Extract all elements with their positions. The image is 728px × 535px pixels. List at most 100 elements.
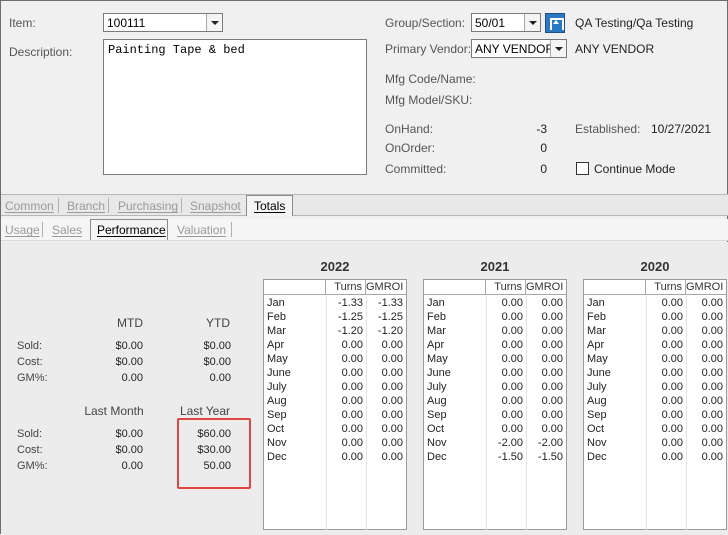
group-dropdown-arrow-icon[interactable] bbox=[524, 14, 540, 31]
table-row[interactable]: July 0.00 0.00 bbox=[424, 381, 566, 395]
gmroi-cell: -1.33 bbox=[377, 297, 403, 309]
month-cell: Oct bbox=[267, 423, 285, 435]
table-row[interactable]: Aug 0.00 0.00 bbox=[264, 395, 406, 409]
table-row[interactable]: Nov 0.00 0.00 bbox=[584, 437, 726, 451]
tab-totals[interactable]: Totals bbox=[254, 199, 285, 213]
group-section-combobox[interactable]: 50/01 bbox=[471, 13, 541, 32]
year-grid[interactable]: Turns GMROI Jan 0.00 0.00 Feb 0.00 0.00 Mar 0.00 0… bbox=[423, 279, 567, 530]
tab-valuation[interactable]: Valuation bbox=[177, 223, 226, 237]
description-textarea[interactable]: Painting Tape & bed bbox=[103, 39, 367, 175]
last-month-gm: 0.00 bbox=[121, 460, 143, 472]
group-name-text: QA Testing/Qa Testing bbox=[575, 16, 694, 30]
continue-mode-checkbox[interactable] bbox=[576, 162, 589, 175]
table-row[interactable]: Sep 0.00 0.00 bbox=[424, 409, 566, 423]
table-row[interactable]: Aug 0.00 0.00 bbox=[424, 395, 566, 409]
grid-header-row: Turns GMROI bbox=[584, 280, 726, 295]
tab-branch[interactable]: Branch bbox=[67, 199, 105, 213]
table-row[interactable]: Mar -1.20 -1.20 bbox=[264, 325, 406, 339]
table-row[interactable]: Aug 0.00 0.00 bbox=[584, 395, 726, 409]
gmroi-cell: 0.00 bbox=[381, 395, 403, 407]
tab-usage[interactable]: Usage bbox=[5, 223, 40, 237]
turns-cell: 0.00 bbox=[661, 409, 683, 421]
cost-label: Cost: bbox=[17, 356, 43, 368]
month-cell: Jan bbox=[587, 297, 605, 309]
grid-header-gmroi: GMROI bbox=[686, 281, 724, 293]
tab-purchasing[interactable]: Purchasing bbox=[118, 199, 178, 213]
table-row[interactable]: July 0.00 0.00 bbox=[584, 381, 726, 395]
gmroi-cell: 0.00 bbox=[541, 367, 563, 379]
gmroi-cell: 0.00 bbox=[541, 423, 563, 435]
gmroi-cell: 0.00 bbox=[381, 381, 403, 393]
turns-cell: 0.00 bbox=[661, 395, 683, 407]
table-row[interactable]: Apr 0.00 0.00 bbox=[424, 339, 566, 353]
month-cell: Jan bbox=[267, 297, 285, 309]
item-label: Item: bbox=[9, 16, 36, 30]
gmroi-cell: 0.00 bbox=[701, 297, 723, 309]
table-row[interactable]: May 0.00 0.00 bbox=[264, 353, 406, 367]
grid-header-row: Turns GMROI bbox=[424, 280, 566, 295]
table-row[interactable]: Nov -2.00 -2.00 bbox=[424, 437, 566, 451]
month-cell: July bbox=[427, 381, 447, 393]
table-row[interactable]: Sep 0.00 0.00 bbox=[264, 409, 406, 423]
table-row[interactable]: Dec 0.00 0.00 bbox=[584, 451, 726, 465]
gmroi-cell: 0.00 bbox=[381, 451, 403, 463]
table-row[interactable]: Oct 0.00 0.00 bbox=[264, 423, 406, 437]
item-value: 100111 bbox=[107, 16, 146, 30]
table-row[interactable]: July 0.00 0.00 bbox=[264, 381, 406, 395]
gmroi-cell: 0.00 bbox=[541, 395, 563, 407]
item-dropdown-arrow-icon[interactable] bbox=[206, 14, 222, 31]
table-row[interactable]: Feb -1.25 -1.25 bbox=[264, 311, 406, 325]
month-cell: Sep bbox=[427, 409, 447, 421]
month-cell: July bbox=[587, 381, 607, 393]
ytd-gm: 0.00 bbox=[209, 372, 231, 384]
table-row[interactable]: May 0.00 0.00 bbox=[424, 353, 566, 367]
mtd-sold: $0.00 bbox=[115, 340, 143, 352]
turns-cell: 0.00 bbox=[341, 437, 363, 449]
vendor-dropdown-arrow-icon[interactable] bbox=[550, 40, 566, 57]
table-row[interactable]: June 0.00 0.00 bbox=[264, 367, 406, 381]
table-row[interactable]: Apr 0.00 0.00 bbox=[264, 339, 406, 353]
table-row[interactable]: Jan 0.00 0.00 bbox=[424, 297, 566, 311]
tab-separator bbox=[42, 222, 43, 237]
item-combobox[interactable]: 100111 bbox=[103, 13, 223, 32]
table-row[interactable]: Dec -1.50 -1.50 bbox=[424, 451, 566, 465]
gmroi-cell: 0.00 bbox=[381, 409, 403, 421]
table-row[interactable]: Jan -1.33 -1.33 bbox=[264, 297, 406, 311]
tab-performance[interactable]: Performance bbox=[97, 223, 166, 237]
month-cell: Feb bbox=[587, 311, 606, 323]
mtd-cost: $0.00 bbox=[115, 356, 143, 368]
tab-common[interactable]: Common bbox=[5, 199, 54, 213]
table-row[interactable]: June 0.00 0.00 bbox=[424, 367, 566, 381]
year-grid[interactable]: Turns GMROI Jan -1.33 -1.33 Feb -1.25 -1.25 Mar -… bbox=[263, 279, 407, 530]
table-row[interactable]: Mar 0.00 0.00 bbox=[424, 325, 566, 339]
tab-snapshot[interactable]: Snapshot bbox=[190, 199, 241, 213]
table-row[interactable]: Apr 0.00 0.00 bbox=[584, 339, 726, 353]
table-row[interactable]: June 0.00 0.00 bbox=[584, 367, 726, 381]
turns-cell: 0.00 bbox=[661, 367, 683, 379]
turns-cell: 0.00 bbox=[661, 339, 683, 351]
month-cell: Oct bbox=[427, 423, 445, 435]
year-grid[interactable]: Turns GMROI Jan 0.00 0.00 Feb 0.00 0.00 Mar 0.00 0… bbox=[583, 279, 727, 530]
table-row[interactable]: Sep 0.00 0.00 bbox=[584, 409, 726, 423]
table-row[interactable]: Mar 0.00 0.00 bbox=[584, 325, 726, 339]
turns-cell: -1.20 bbox=[337, 325, 363, 337]
table-row[interactable]: Jan 0.00 0.00 bbox=[584, 297, 726, 311]
table-row[interactable]: Feb 0.00 0.00 bbox=[584, 311, 726, 325]
table-row[interactable]: Dec 0.00 0.00 bbox=[264, 451, 406, 465]
month-cell: Apr bbox=[267, 339, 285, 351]
table-row[interactable]: Oct 0.00 0.00 bbox=[584, 423, 726, 437]
tab-sales[interactable]: Sales bbox=[52, 223, 82, 237]
primary-vendor-combobox[interactable]: ANY VENDOR bbox=[471, 39, 567, 58]
grid-header-turns: Turns bbox=[646, 280, 686, 295]
last-year-header: Last Year bbox=[179, 404, 231, 418]
table-row[interactable]: Oct 0.00 0.00 bbox=[424, 423, 566, 437]
turns-cell: 0.00 bbox=[341, 353, 363, 365]
ytd-sold: $0.00 bbox=[203, 340, 231, 352]
table-row[interactable]: May 0.00 0.00 bbox=[584, 353, 726, 367]
table-row[interactable]: Feb 0.00 0.00 bbox=[424, 311, 566, 325]
turns-cell: 0.00 bbox=[341, 381, 363, 393]
grid-header-gmroi: GMROI bbox=[526, 281, 564, 293]
table-row[interactable]: Nov 0.00 0.00 bbox=[264, 437, 406, 451]
gmroi-cell: 0.00 bbox=[541, 297, 563, 309]
group-lookup-button[interactable] bbox=[545, 13, 565, 33]
